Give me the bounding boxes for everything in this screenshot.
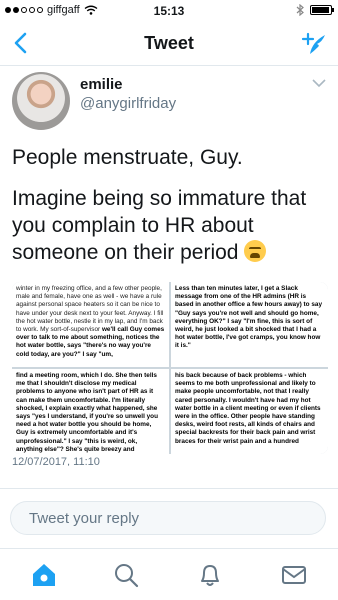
home-icon[interactable]	[30, 561, 58, 589]
tweet-timestamp: 12/07/2017, 11:10	[12, 456, 100, 466]
user-handle[interactable]: @anygirlfriday	[80, 95, 176, 112]
search-icon[interactable]	[112, 561, 140, 589]
media-image-3[interactable]: find a meeting room, which I do. She the…	[12, 369, 169, 454]
tweet-text: People menstruate, Guy. Imagine being so…	[12, 145, 328, 267]
tired-face-emoji	[244, 239, 267, 262]
status-bar: giffgaff 15:13	[0, 0, 338, 20]
status-time: 15:13	[153, 4, 185, 18]
media-2-bold: Less than ten minutes later, I get a Sla…	[175, 285, 323, 350]
media-4-bold: his back because of back problems - whic…	[175, 372, 321, 445]
media-image-2[interactable]: Less than ten minutes later, I get a Sla…	[171, 282, 328, 367]
media-image-4[interactable]: his back because of back problems - whic…	[171, 369, 328, 454]
page-title: Tweet	[144, 33, 194, 53]
chevron-down-icon[interactable]	[312, 78, 326, 88]
reply-input[interactable]: Tweet your reply	[10, 501, 326, 535]
navigation-bar: Tweet	[0, 20, 338, 66]
tweet-author: emilie @anygirlfriday	[0, 66, 338, 136]
messages-envelope-icon[interactable]	[280, 561, 308, 589]
avatar[interactable]	[12, 72, 70, 130]
reply-bar: Tweet your reply	[0, 488, 338, 548]
compose-tweet-icon[interactable]	[300, 30, 328, 58]
battery-icon	[310, 5, 334, 15]
tweet-media-grid: winter in my freezing office, and a few …	[12, 282, 328, 454]
tweet-line-1: People menstruate, Guy.	[12, 146, 243, 169]
bluetooth-icon	[296, 4, 304, 16]
media-image-1[interactable]: winter in my freezing office, and a few …	[12, 282, 169, 367]
tab-bar	[0, 548, 338, 600]
media-3-bold: find a meeting room, which I do. She the…	[16, 372, 158, 453]
tweet-line-2-wrap: Imagine being so immature that you compl…	[12, 186, 328, 267]
display-name[interactable]: emilie	[80, 76, 123, 93]
notifications-bell-icon[interactable]	[196, 561, 224, 589]
